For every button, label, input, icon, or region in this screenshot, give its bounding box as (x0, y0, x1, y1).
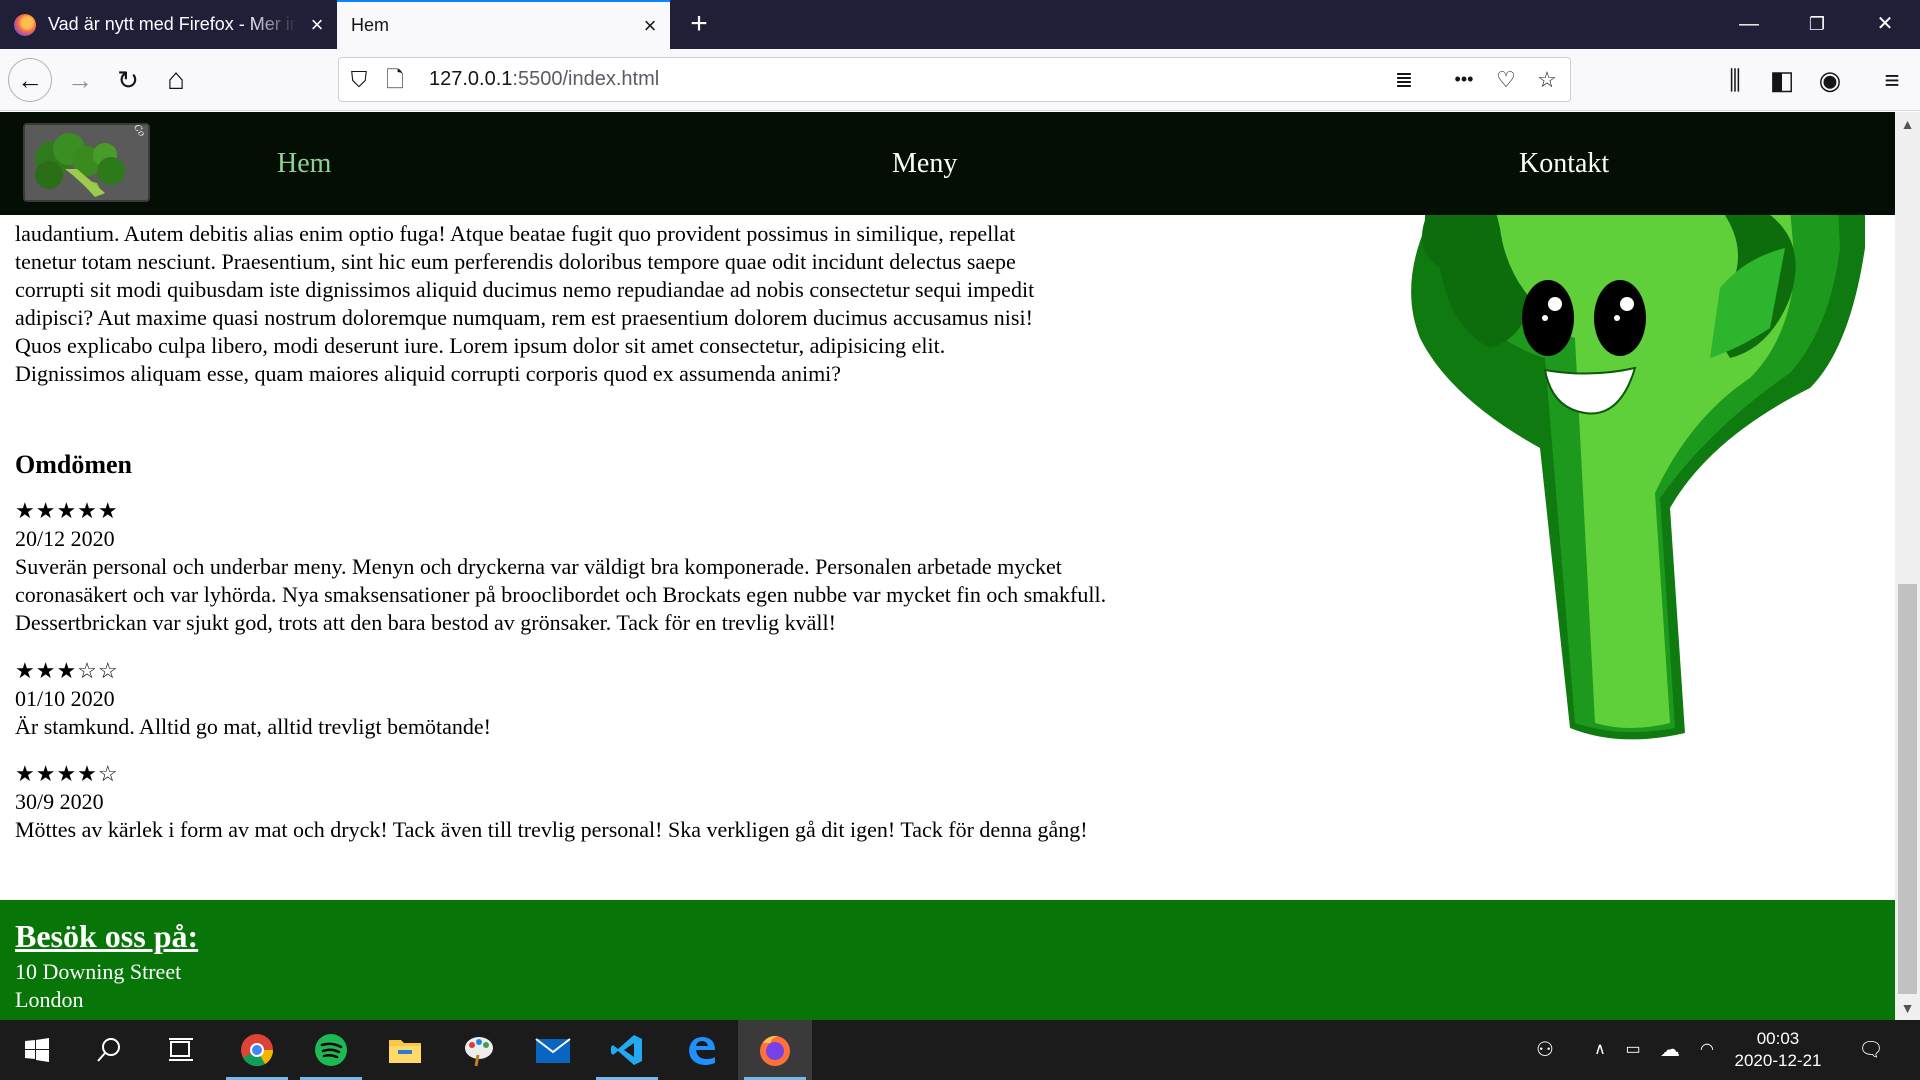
tab-hem[interactable]: Hem × (337, 0, 670, 49)
taskbar-chrome[interactable] (220, 1020, 294, 1080)
task-view-icon (169, 1038, 193, 1061)
battery-icon[interactable]: ▭ (1618, 1038, 1648, 1062)
wifi-icon[interactable]: ◠ (1692, 1038, 1722, 1062)
intro-line: corrupti sit modi quibusdam iste digniss… (15, 277, 1035, 302)
review-date: 20/12 2020 (15, 526, 115, 551)
intro-line: laudantium. Autem debitis alias enim opt… (15, 221, 1016, 246)
folder-icon (389, 1040, 421, 1063)
nav-link-meny[interactable]: Meny (892, 112, 957, 215)
windows-logo-icon (25, 1038, 49, 1062)
address-line: 10 Downing Street (15, 959, 182, 984)
close-tab-icon[interactable]: × (297, 12, 337, 38)
scroll-down-icon[interactable]: ▼ (1895, 996, 1920, 1020)
broccoli-logo-icon (25, 125, 148, 200)
notifications-icon[interactable]: 🗨 (1856, 1038, 1886, 1062)
review-date: 01/10 2020 (15, 686, 115, 711)
taskbar-clock[interactable]: 00:03 2020-12-21 (1724, 1028, 1832, 1072)
tab-title: Vad är nytt med Firefox - Mer informatio… (48, 14, 297, 34)
restore-button[interactable]: ❐ (1786, 0, 1848, 49)
back-icon[interactable]: ← (8, 58, 52, 102)
intro-line: adipisci? Aut maxime quasi nostrum dolor… (15, 305, 1033, 330)
home-icon[interactable]: ⌂ (156, 61, 196, 99)
taskbar-paint[interactable] (442, 1020, 516, 1080)
more-actions-icon[interactable]: ••• (1446, 58, 1482, 101)
reload-icon[interactable]: ↻ (108, 61, 148, 99)
page-info-icon[interactable]: 🗋 (377, 58, 413, 101)
vscode-icon (611, 1035, 642, 1065)
address-line: London (15, 987, 84, 1012)
site-logo[interactable]: Brockats & Co (23, 123, 150, 202)
intro-line: tenetur totam nesciunt. Praesentium, sin… (15, 249, 1016, 274)
close-tab-icon[interactable]: × (630, 13, 670, 39)
taskbar-edge[interactable] (664, 1020, 738, 1080)
review-item: ★★★☆☆ 01/10 2020 Är stamkund. Alltid go … (15, 657, 1130, 741)
search-button[interactable] (72, 1020, 146, 1080)
close-window-button[interactable]: ✕ (1854, 0, 1916, 49)
pocket-icon[interactable]: ♡ (1488, 58, 1524, 101)
nav-link-hem[interactable]: Hem (277, 112, 331, 215)
tab-title: Hem (351, 15, 390, 35)
review-item: ★★★★★ 20/12 2020 Suverän personal och un… (15, 497, 1130, 637)
nav-link-kontakt[interactable]: Kontakt (1519, 112, 1609, 215)
tab-whats-new[interactable]: Vad är nytt med Firefox - Mer informatio… (0, 0, 337, 49)
footer-title: Besök oss på: (15, 918, 199, 954)
review-item: ★★★★☆ 30/9 2020 Möttes av kärlek i form … (15, 760, 1130, 844)
mail-icon (535, 1038, 571, 1063)
paint-icon (465, 1037, 493, 1067)
show-hidden-icons-icon[interactable]: ∧ (1585, 1038, 1615, 1062)
site-header: Brockats & Co Hem Meny Kontakt (0, 112, 1895, 215)
review-date: 30/9 2020 (15, 789, 104, 814)
intro-line: Quos explicabo culpa libero, modi deseru… (15, 333, 946, 358)
page-viewport: laudantium. Autem debitis alias enim opt… (0, 112, 1895, 1020)
taskbar-file-explorer[interactable] (368, 1020, 442, 1080)
edge-icon (689, 1037, 715, 1065)
windows-taskbar: ⚇ ∧ ▭ ☁ ◠ 00:03 2020-12-21 🗨 (0, 1020, 1920, 1080)
site-footer: Besök oss på: 10 Downing Street London (0, 900, 1895, 1020)
url-text[interactable]: 127.0.0.1:5500/index.html (429, 58, 659, 101)
chrome-icon (241, 1034, 274, 1067)
review-text: Suverän personal och underbar meny. Meny… (15, 554, 1107, 635)
firefox-favicon-icon (14, 13, 36, 36)
start-button[interactable] (0, 1020, 74, 1080)
forward-icon[interactable]: → (60, 61, 100, 99)
browser-tab-bar: Vad är nytt med Firefox - Mer informatio… (0, 0, 1920, 49)
sidebar-icon[interactable]: ◧ (1762, 61, 1802, 99)
minimize-button[interactable]: — (1718, 0, 1780, 49)
star-rating: ★★★★★ (15, 498, 119, 523)
review-text: Är stamkund. Alltid go mat, alltid trevl… (15, 714, 491, 739)
scroll-thumb[interactable] (1898, 584, 1917, 994)
taskbar-firefox[interactable] (738, 1020, 812, 1080)
reviews-heading: Omdömen (15, 450, 132, 479)
task-view-button[interactable] (144, 1020, 218, 1080)
review-text: Möttes av kärlek i form av mat och dryck… (15, 817, 1088, 842)
new-tab-button[interactable]: + (684, 6, 714, 42)
app-menu-icon[interactable]: ≡ (1872, 61, 1912, 99)
reader-view-icon[interactable]: ≣ (1386, 58, 1422, 101)
search-icon (97, 1038, 120, 1062)
account-icon[interactable]: ◉ (1810, 61, 1850, 99)
onedrive-cloud-icon[interactable]: ☁ (1655, 1038, 1685, 1062)
intro-line: Dignissimos aliquam esse, quam maiores a… (15, 361, 842, 386)
star-rating: ★★★★☆ (15, 761, 119, 786)
clock-date: 2020-12-21 (1734, 1051, 1822, 1070)
taskbar-spotify[interactable] (294, 1020, 368, 1080)
tracking-shield-icon[interactable]: ⛉ (341, 58, 377, 101)
people-icon[interactable]: ⚇ (1530, 1038, 1560, 1062)
page-scrollbar[interactable]: ▲ ▼ (1895, 112, 1920, 1020)
firefox-icon (760, 1035, 790, 1066)
navigation-toolbar: ← → ↻ ⌂ ⛉ 🗋 127.0.0.1:5500/index.html ≣ … (0, 49, 1920, 111)
intro-text: laudantium. Autem debitis alias enim opt… (15, 220, 1130, 388)
bookmark-star-icon[interactable]: ☆ (1529, 58, 1565, 101)
scroll-up-icon[interactable]: ▲ (1895, 112, 1920, 136)
taskbar-mail[interactable] (516, 1020, 590, 1080)
spotify-icon (315, 1034, 347, 1066)
star-rating: ★★★☆☆ (15, 658, 119, 683)
taskbar-vscode[interactable] (590, 1020, 664, 1080)
address-bar[interactable]: ⛉ 🗋 127.0.0.1:5500/index.html ≣ ••• ♡ ☆ (338, 57, 1571, 102)
library-icon[interactable]: ⫼ (1715, 61, 1755, 99)
clock-time: 00:03 (1756, 1029, 1800, 1048)
broccoli-mascot-image (1411, 208, 1865, 740)
